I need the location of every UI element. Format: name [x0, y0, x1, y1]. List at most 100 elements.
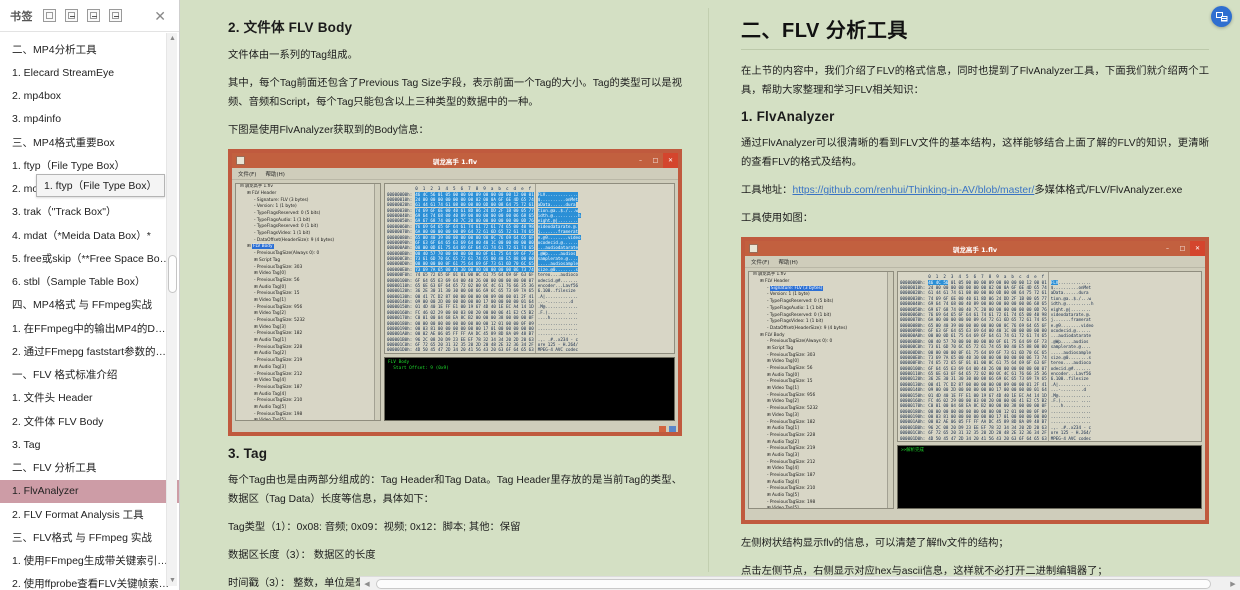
compare-layout-glyph: [1215, 11, 1227, 21]
hex-row: C0 01 00 04 68 EA 8C B2 00 00 00 38 00 0…: [928, 403, 1047, 409]
app-root: 书签 ✕ 二、MP4分析工具 1. Elecard StreamEye 2. mp4…: [0, 0, 1240, 590]
tree-row[interactable]: - PreviousTagSize: 187: [749, 473, 893, 480]
scroll-right-icon[interactable]: ▶: [1226, 580, 1240, 588]
flv-tree-panel[interactable]: ⊟ 驯龙高手 1.flv ⊞ FLV Header - Signature: FLV…: [748, 271, 894, 510]
tree-row[interactable]: ⊞ Audio Tag[5]: [236, 405, 380, 412]
tree-row[interactable]: - TypeFlagsReserved: 0 (5 bits): [749, 299, 893, 306]
tree-row[interactable]: - Version: 1 (1 byte): [236, 204, 380, 211]
tree-row[interactable]: - TypeFlagsVideo: 1 (1 bit): [749, 319, 893, 326]
tree-row[interactable]: - PreviousTagSize: 5232: [749, 406, 893, 413]
tree-row[interactable]: - PreviousTagSize: 210: [236, 398, 380, 405]
ascii-selected: samplerate.@....: [537, 256, 579, 262]
window-footer: [745, 512, 1205, 521]
tree-row[interactable]: ⊞ Audio Tag[1]: [749, 426, 893, 433]
bookmark-item[interactable]: 3. mp4info: [0, 108, 179, 131]
scroll-down-icon[interactable]: ▼: [167, 575, 178, 586]
hscroll-track[interactable]: [374, 578, 1226, 589]
tree-row[interactable]: - TypeFlagsVideo: 1 (1 bit): [236, 231, 380, 238]
flv-tree-panel[interactable]: ⊟ 驯龙高手 1.flv ⊞ FLV Header - Signature: FLV…: [235, 183, 381, 422]
tool-url-link[interactable]: https://github.com/renhui/Thinking-in-AV…: [792, 185, 1034, 196]
tree-row-selected: Signature: FLV (3 bytes): [769, 285, 824, 291]
tree-row[interactable]: - TypeFlagsReserved: 0 (5 bits): [236, 211, 380, 218]
tree-row[interactable]: - PreviousTagSize(Always 0): 0: [236, 251, 380, 258]
tree-row[interactable]: - PreviousTagSize: 56: [236, 278, 380, 285]
bookmark-item[interactable]: 2. 使用ffprobe查看FLV关键帧索引相...: [0, 573, 179, 590]
tree-row[interactable]: ⊞ Script Tag: [749, 346, 893, 353]
bookmark-item[interactable]: 1. 文件头 Header: [0, 387, 179, 410]
tree-row[interactable]: ⊞ FLV Header: [236, 191, 380, 198]
tree-row[interactable]: ⊞ Video Tag[5]: [236, 418, 380, 421]
bookmark-item[interactable]: 4. mdat（*Meida Data Box）*: [0, 224, 179, 247]
close-sidebar-icon[interactable]: ✕: [151, 7, 169, 25]
bookmark-list[interactable]: 二、MP4分析工具 1. Elecard StreamEye 2. mp4box 3.…: [0, 32, 179, 590]
hscroll-thumb[interactable]: [376, 578, 1211, 589]
tree-row[interactable]: ⊟ 驯龙高手 1.flv: [749, 272, 893, 279]
tree-row[interactable]: ⊞ Video Tag[0]: [749, 359, 893, 366]
bookmark-item[interactable]: 1. Elecard StreamEye: [0, 61, 179, 84]
collapse-all-icon[interactable]: [65, 9, 78, 22]
tree-row[interactable]: - PreviousTagSize(Always 0): 0: [749, 339, 893, 346]
tree-row[interactable]: - TypeFlagsReserved: 0 (1 bit): [236, 224, 380, 231]
bookmark-item[interactable]: 二、MP4分析工具: [0, 38, 179, 61]
tree-row[interactable]: ⊞ Video Tag[4]: [236, 378, 380, 385]
tree-row[interactable]: ⊞ Script Tag: [236, 258, 380, 265]
bookmark-item[interactable]: 2. 文件体 FLV Body: [0, 410, 179, 433]
tree-row[interactable]: ⊞ Video Tag[2]: [236, 311, 380, 318]
tree-row[interactable]: - PreviousTagSize: 210: [749, 486, 893, 493]
tree-row[interactable]: ⊞ Video Tag[0]: [236, 271, 380, 278]
tree-row[interactable]: - PreviousTagSize: 228: [749, 433, 893, 440]
tree-row[interactable]: ⊞ Video Tag[4]: [749, 466, 893, 473]
tree-row[interactable]: - PreviousTagSize: 15: [236, 291, 380, 298]
bookmark-item[interactable]: 三、MP4格式重要Box: [0, 131, 179, 154]
tree-row[interactable]: ⊞ Video Tag[3]: [749, 413, 893, 420]
scroll-up-icon[interactable]: ▲: [167, 33, 178, 44]
tree-scrollbar[interactable]: [887, 272, 893, 509]
bookmark-item[interactable]: 二、FLV 分析工具: [0, 457, 179, 480]
horizontal-scrollbar[interactable]: ◀ ▶: [360, 576, 1240, 590]
tree-row[interactable]: ⊞ Audio Tag[3]: [236, 365, 380, 372]
bookmark-item[interactable]: 6. stbl（Sample Table Box）: [0, 271, 179, 294]
sidebar-scroll-thumb[interactable]: [168, 255, 177, 293]
tree-row[interactable]: - PreviousTagSize: 5232: [236, 318, 380, 325]
menu-help[interactable]: 帮助(H): [265, 170, 284, 178]
bookmark-item[interactable]: 1. 使用FFmpeg生成带关键索引信息的...: [0, 550, 179, 573]
bookmark-item[interactable]: 四、MP4格式 与 FFmpeg实战: [0, 294, 179, 317]
remove-bookmark-icon[interactable]: [109, 9, 122, 22]
bookmark-item[interactable]: 3. trak（"Track Box"）: [0, 201, 179, 224]
tree-row[interactable]: ⊞ Audio Tag[1]: [236, 338, 380, 345]
tree-scrollbar[interactable]: [374, 184, 380, 421]
bookmark-item[interactable]: 2. 通过FFmepg faststart参数的使用，...: [0, 340, 179, 363]
bookmark-item[interactable]: 一、FLV 格式标准介绍: [0, 364, 179, 387]
scroll-left-icon[interactable]: ◀: [360, 580, 374, 588]
bookmark-item[interactable]: 2. FLV Format Analysis 工具: [0, 503, 179, 526]
bookmark-item[interactable]: 1. 在FFmpeg中的输出MP4的Demuxe...: [0, 317, 179, 340]
compare-layout-icon[interactable]: [1211, 6, 1232, 27]
menu-help[interactable]: 帮助(H): [778, 258, 797, 266]
tree-row[interactable]: ⊞ Audio Tag[5]: [749, 493, 893, 500]
bookmark-item[interactable]: 1. FlvAnalyzer: [0, 479, 179, 503]
tree-row[interactable]: ⊞ Audio Tag[3]: [749, 453, 893, 460]
menu-file[interactable]: 文件(F): [751, 258, 769, 266]
tree-row[interactable]: ⊞ Video Tag[1]: [749, 386, 893, 393]
tree-row[interactable]: - PreviousTagSize: 187: [236, 385, 380, 392]
tree-row[interactable]: - PreviousTagSize: 219: [236, 358, 380, 365]
ascii-selected: e.@9........video: [537, 234, 581, 240]
tree-row[interactable]: - PreviousTagSize: 182: [236, 331, 380, 338]
tree-row[interactable]: ⊞ Video Tag[1]: [236, 298, 380, 305]
tree-row[interactable]: - PreviousTagSize: 219: [749, 446, 893, 453]
tree-row[interactable]: ⊟ 驯龙高手 1.flv: [236, 184, 380, 191]
tree-row[interactable]: - DataOffset(HeaderSize): 9 (4 bytes): [749, 326, 893, 333]
tree-row[interactable]: - TypeFlagsAudio: 1 (1 bit): [749, 306, 893, 313]
tree-row[interactable]: ⊞ Video Tag[5]: [749, 506, 893, 509]
expand-all-icon[interactable]: [43, 9, 56, 22]
bookmark-item[interactable]: 三、FLV格式 与 FFmpeg 实战: [0, 526, 179, 549]
tree-row[interactable]: - PreviousTagSize: 15: [749, 379, 893, 386]
tree-row[interactable]: - PreviousTagSize: 56: [749, 366, 893, 373]
bookmark-item[interactable]: 5. free或skip（**Free Space Box）**: [0, 247, 179, 270]
sidebar-scrollbar[interactable]: ▲ ▼: [166, 33, 177, 586]
bookmark-item[interactable]: 2. mp4box: [0, 85, 179, 108]
bookmark-item[interactable]: 3. Tag: [0, 433, 179, 456]
add-bookmark-icon[interactable]: [87, 9, 100, 22]
tree-row[interactable]: ⊞ FLV Header: [749, 279, 893, 286]
menu-file[interactable]: 文件(F): [238, 170, 256, 178]
